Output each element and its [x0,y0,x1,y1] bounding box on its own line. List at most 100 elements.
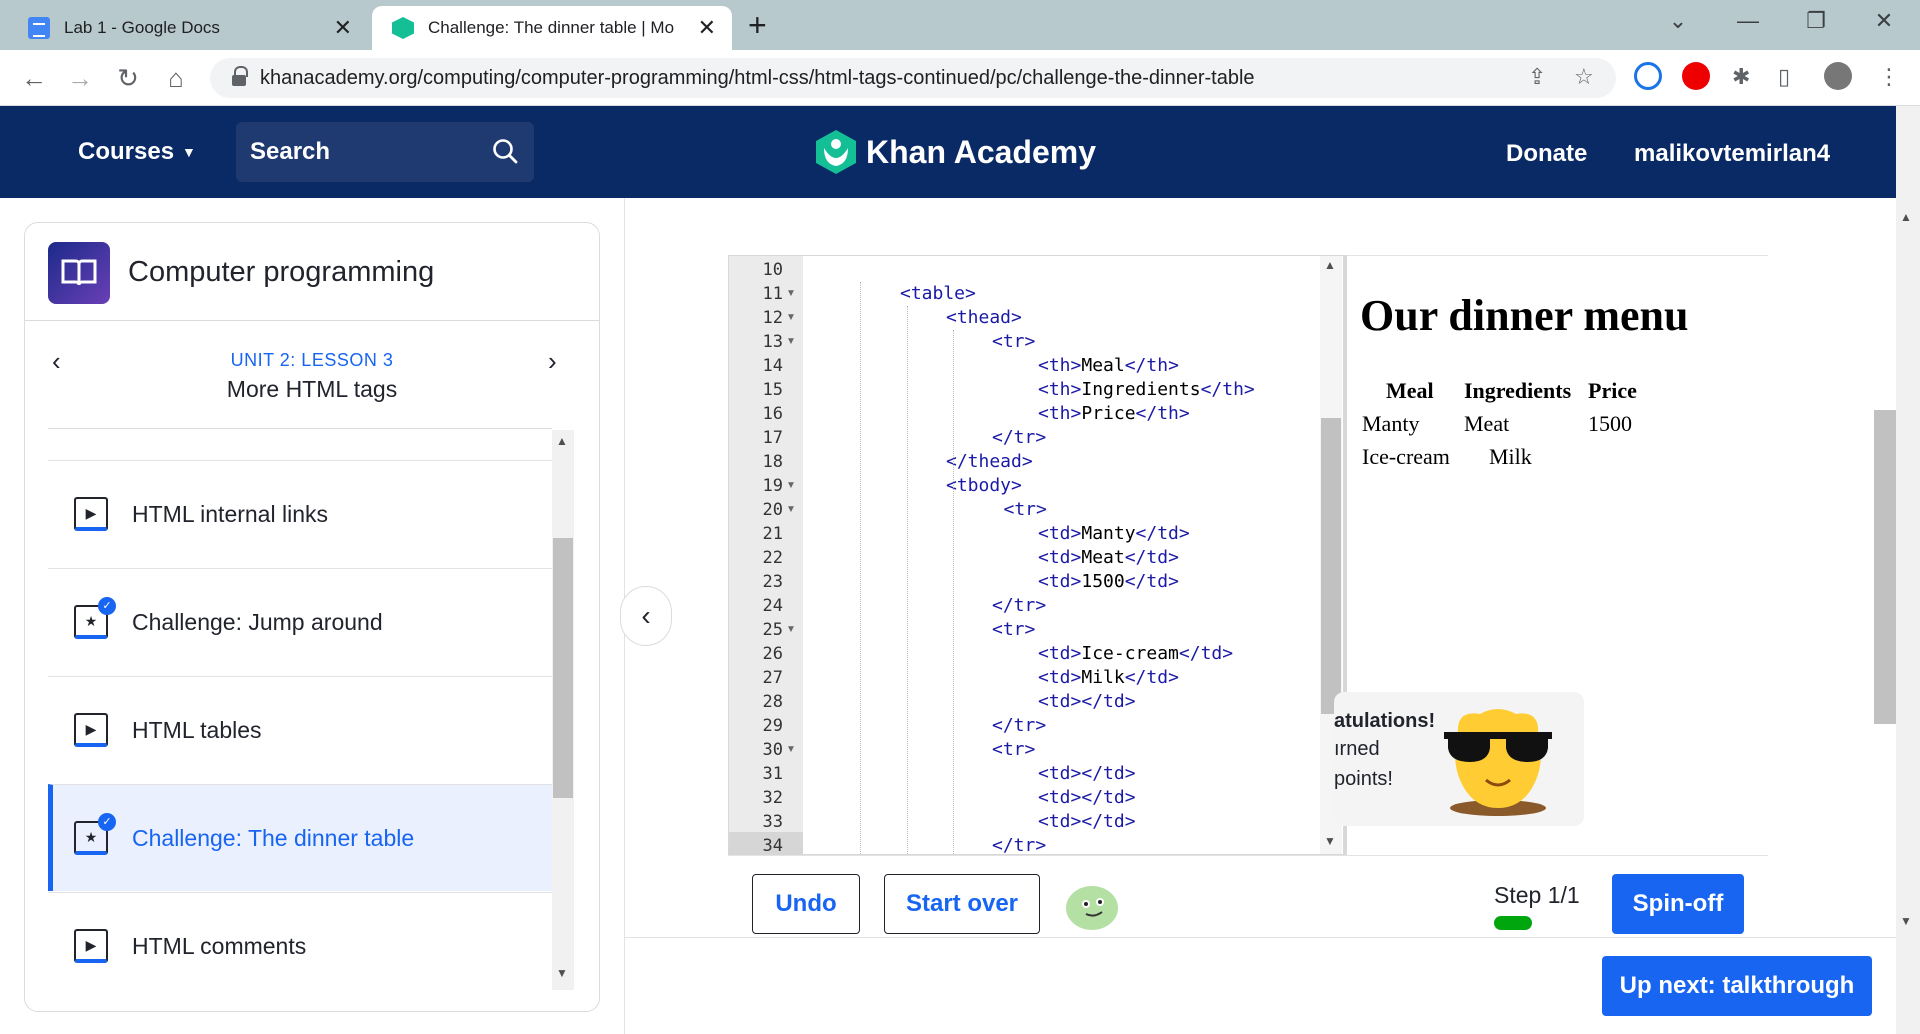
code-line[interactable]: <th>Price</th> [1038,402,1190,426]
donate-link[interactable]: Donate [1506,140,1587,168]
unit-label: UNIT 2: LESSON 3 [230,350,394,370]
restore-icon[interactable]: ❐ [1788,8,1844,34]
caret-down-icon: ▼ [182,144,196,160]
scroll-down-icon[interactable]: ▼ [552,966,572,980]
browser-tab-dinner-table[interactable]: Challenge: The dinner table | Mo ✕ [372,6,732,50]
search-input[interactable]: Search [236,122,534,182]
output-td: Milk [1489,444,1532,469]
sidebar-item-label: Challenge: The dinner table [132,824,415,851]
search-icon [493,139,518,164]
address-bar[interactable]: khanacademy.org/computing/computer-progr… [210,58,1616,98]
fold-toggle-icon[interactable]: ▼ [786,282,796,306]
code-line[interactable]: <th>Meal</th> [1038,354,1179,378]
close-tab-icon[interactable]: ✕ [698,15,716,41]
code-line[interactable]: <td>Milk</td> [1038,666,1179,690]
page-scrollbar[interactable]: ▲ ▼ [1896,106,1920,1034]
toast-text: points! [1334,768,1393,790]
scroll-up-icon[interactable]: ▲ [552,434,572,448]
page-scrollbar-thumb[interactable] [1874,410,1896,724]
user-menu[interactable]: malikovtemirlan4 [1634,140,1830,168]
extensions-puzzle-icon[interactable]: ✱ [1732,64,1750,90]
sidebar-item-challenge-dinner-table[interactable]: ★ ✓ Challenge: The dinner table [48,784,552,891]
code-line[interactable]: <td>Meat</td> [1038,546,1179,570]
bookmark-star-icon[interactable]: ☆ [1574,64,1594,90]
avatar-icon[interactable] [1064,880,1120,932]
scroll-down-icon[interactable]: ▼ [1320,834,1340,848]
collapse-sidebar-button[interactable]: ‹ [620,586,672,646]
code-line[interactable]: </tr> [992,714,1046,738]
fold-toggle-icon[interactable]: ▼ [786,306,796,330]
toast-text: ırned [1334,738,1380,760]
new-tab-button[interactable]: + [748,8,767,42]
line-number: 22 [762,548,783,568]
line-number: 26 [762,644,783,664]
code-line[interactable]: <tr> [992,618,1035,642]
khan-academy-logo-icon [816,130,856,174]
code-line[interactable]: <tr> [992,738,1035,762]
code-line[interactable]: <td>Ice-cream</td> [1038,642,1233,666]
sidebar-scrollbar-thumb[interactable] [553,538,573,798]
khan-academy-logo[interactable]: Khan Academy [816,130,1096,174]
undo-button[interactable]: Undo [752,874,860,934]
code-line[interactable]: <td></td> [1038,810,1136,834]
sidebar-item-challenge-jump-around[interactable]: ★ ✓ Challenge: Jump around [48,568,552,675]
fold-toggle-icon[interactable]: ▼ [786,474,796,498]
fold-toggle-icon[interactable]: ▼ [786,738,796,762]
code-line[interactable]: </tr> [992,594,1046,618]
code-line[interactable]: <tbody> [946,474,1022,498]
chrome-menu-icon[interactable]: ⋮ [1878,64,1900,90]
indent-guide [860,282,861,880]
fold-toggle-icon[interactable]: ▼ [786,498,796,522]
line-number: 16 [762,404,783,424]
sidebar-item-html-comments[interactable]: ▶ HTML comments [48,892,552,999]
line-number: 27 [762,668,783,688]
scroll-up-icon[interactable]: ▲ [1896,210,1916,224]
code-line[interactable]: <td></td> [1038,786,1136,810]
start-over-button[interactable]: Start over [884,874,1040,934]
share-icon[interactable]: ⇪ [1528,64,1546,90]
scroll-up-icon[interactable]: ▲ [1320,258,1340,272]
scroll-down-icon[interactable]: ▼ [1896,914,1916,928]
side-panel-icon[interactable]: ▯ [1778,64,1790,90]
step-progress-bar [1494,916,1532,930]
code-line[interactable]: <td></td> [1038,762,1136,786]
browser-tab-google-docs[interactable]: Lab 1 - Google Docs ✕ [8,6,368,50]
tab-search-icon[interactable]: ⌄ [1650,8,1706,34]
forward-icon[interactable]: → [62,62,98,94]
fold-toggle-icon[interactable]: ▼ [786,330,796,354]
fold-toggle-icon[interactable]: ▼ [786,618,796,642]
code-line[interactable]: <td></td> [1038,690,1136,714]
extension-icon[interactable] [1634,62,1662,90]
minimize-icon[interactable]: — [1720,8,1776,34]
sidebar-item-html-internal-links[interactable]: ▶ HTML internal links [48,460,552,567]
code-line[interactable]: <tr> [992,330,1035,354]
play-icon: ▶ [74,497,108,531]
star-challenge-icon: ★ ✓ [74,813,116,855]
spin-off-button[interactable]: Spin-off [1612,874,1744,934]
reload-icon[interactable]: ↻ [110,62,146,94]
home-icon[interactable]: ⌂ [158,62,194,94]
opera-extension-icon[interactable] [1682,62,1710,90]
close-window-icon[interactable]: ✕ [1856,8,1912,34]
code-line[interactable]: <tr> [1004,498,1047,522]
courses-label: Courses [78,138,175,165]
line-number: 31 [762,764,783,784]
code-line[interactable]: <td>Manty</td> [1038,522,1190,546]
editor-scrollbar-thumb[interactable] [1321,418,1341,714]
profile-avatar-icon[interactable] [1824,62,1852,90]
close-tab-icon[interactable]: ✕ [334,15,352,41]
up-next-button[interactable]: Up next: talkthrough [1602,956,1872,1016]
code-line[interactable]: <td>1500</td> [1038,570,1179,594]
code-line[interactable]: </thead> [946,450,1033,474]
output-td: Ice-cream [1362,444,1450,469]
back-icon[interactable]: ← [16,62,52,94]
step-label: Step 1/1 [1494,882,1580,908]
course-title[interactable]: Computer programming [128,256,434,289]
code-editor[interactable] [728,255,1344,855]
code-line[interactable]: </tr> [992,426,1046,450]
sidebar-item-html-tables[interactable]: ▶ HTML tables [48,676,552,783]
courses-menu-button[interactable]: Courses ▼ [78,138,196,166]
code-line[interactable]: <thead> [946,306,1022,330]
code-line[interactable]: <table> [900,282,976,306]
code-line[interactable]: <th>Ingredients</th> [1038,378,1255,402]
